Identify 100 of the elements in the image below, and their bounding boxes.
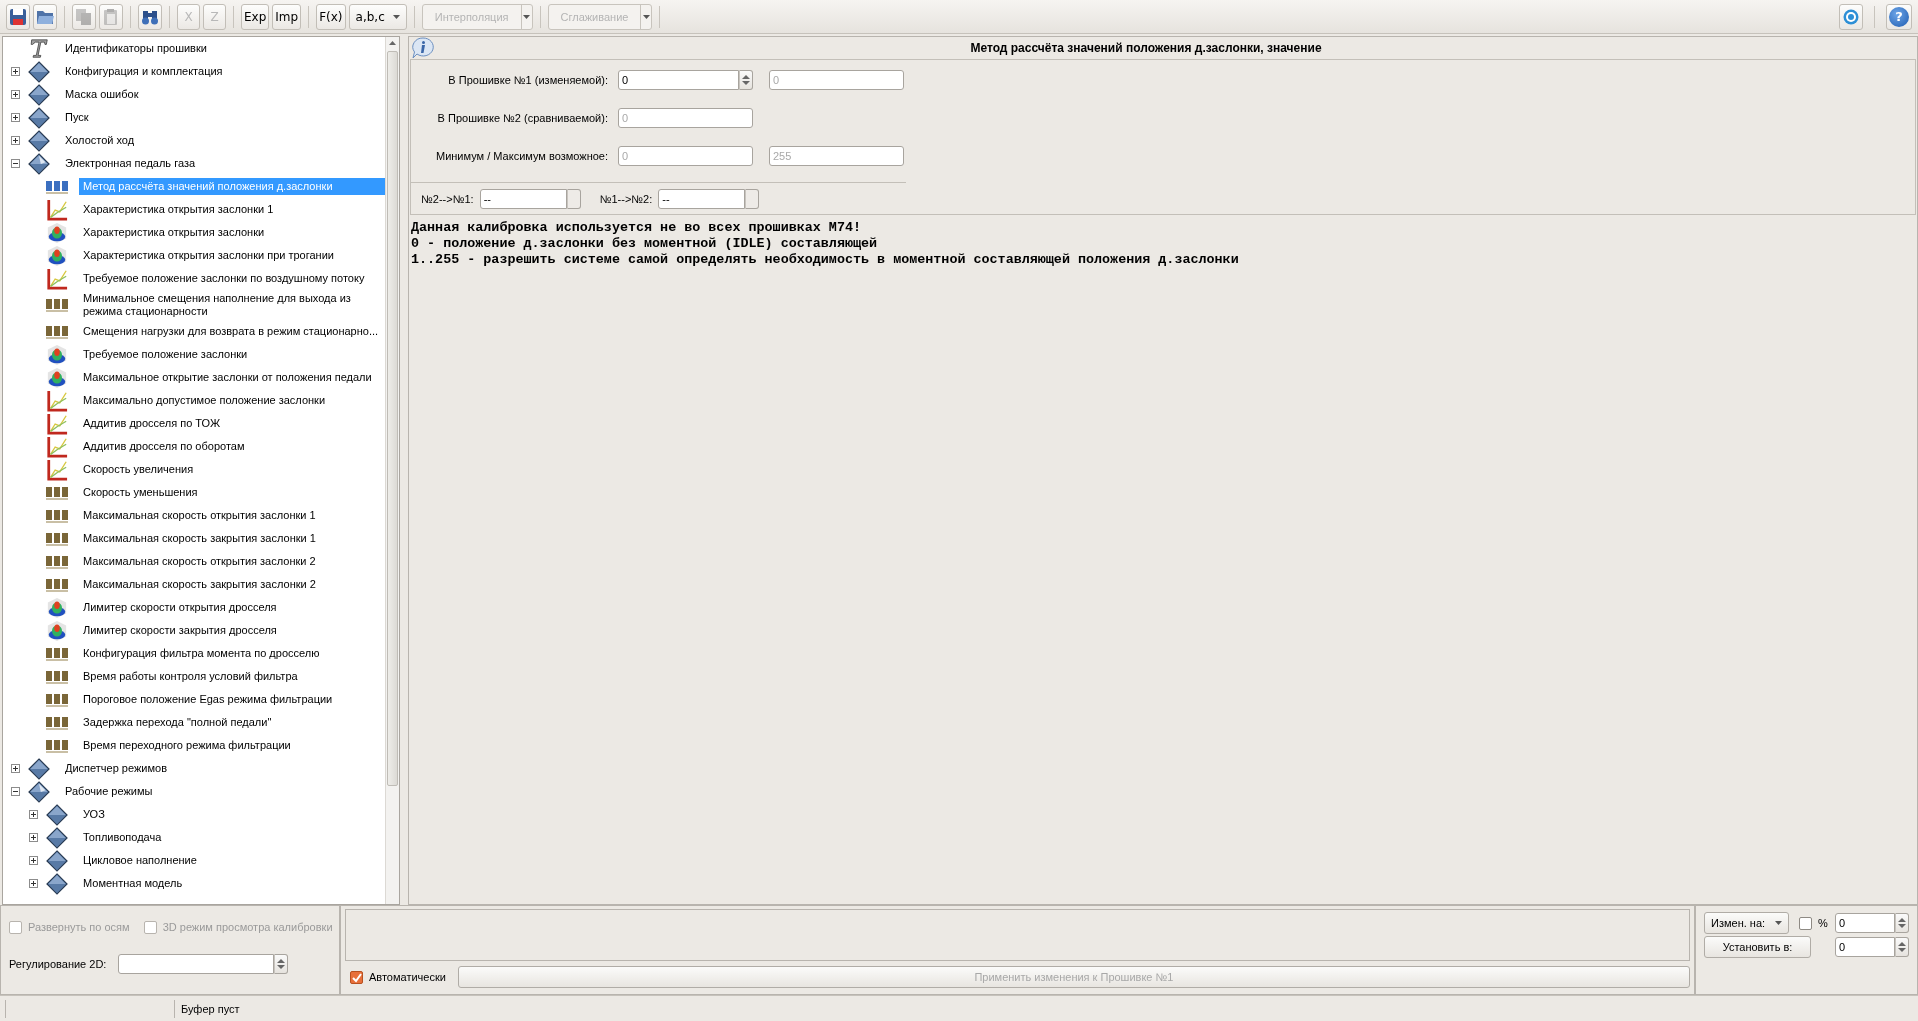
spin-buttons[interactable] xyxy=(1895,937,1909,957)
line-chart-icon xyxy=(46,198,68,221)
expand-icon[interactable] xyxy=(29,879,38,888)
expand-icon[interactable] xyxy=(11,90,20,99)
tree-item[interactable]: Конфигурация и комплектация xyxy=(61,63,385,80)
tree-item[interactable]: Время переходного режима фильтрации xyxy=(79,737,385,754)
up-down-arrows-icon xyxy=(277,958,286,970)
tree-item[interactable]: Идентификаторы прошивки xyxy=(61,40,385,57)
description-line: 1..255 - разрешить системе самой определять необходимость в моментной составляющей положения д.заслонки xyxy=(411,252,1240,268)
diamond-icon xyxy=(46,826,68,849)
numeric-icon xyxy=(45,178,69,195)
set-button[interactable]: Установить в: xyxy=(1704,936,1811,958)
tree-item[interactable]: Холостой ход xyxy=(61,132,385,149)
caret-icon xyxy=(1775,921,1783,925)
tree-item[interactable]: Требуемое положение заслонки xyxy=(79,346,385,363)
numeric-icon xyxy=(45,530,69,547)
tree-item[interactable]: Характеристика открытия заслонки xyxy=(79,224,385,241)
toolbar-button[interactable]: Imp xyxy=(272,3,302,30)
field-label: Минимум / Максимум возможное: xyxy=(434,150,608,162)
diamond-icon xyxy=(28,780,50,803)
floppy-disk-button[interactable] xyxy=(6,3,30,30)
spin-buttons[interactable] xyxy=(1895,913,1909,933)
spin-field[interactable] xyxy=(118,954,275,974)
tree-item[interactable]: Задержка перехода "полной педали" xyxy=(79,714,385,731)
tree-item[interactable]: Лимитер скорости открытия дросселя xyxy=(79,599,385,616)
tree-item[interactable]: Смещения нагрузки для возврата в режим стационарно... xyxy=(79,323,385,340)
spin-buttons[interactable] xyxy=(274,954,289,974)
dropdown-button[interactable]: Измен. на: xyxy=(1704,912,1790,934)
spin-field[interactable]: 0 xyxy=(618,70,739,90)
settings-button[interactable] xyxy=(1839,3,1863,30)
folder-button[interactable] xyxy=(33,3,57,30)
clipboard-icon xyxy=(102,7,120,26)
numeric-icon xyxy=(45,323,69,340)
toolbar-button[interactable]: Exp xyxy=(241,3,270,30)
tree-item[interactable]: Диспетчер режимов xyxy=(61,760,385,777)
numeric-icon xyxy=(45,691,69,708)
tree-item[interactable]: Аддитив дросселя по ТОЖ xyxy=(79,415,385,432)
field-label: В Прошивке №2 (сравниваемой): xyxy=(436,112,608,124)
diamond-icon xyxy=(28,757,50,780)
expand-icon[interactable] xyxy=(29,833,38,842)
scrollbar[interactable] xyxy=(385,37,399,904)
tree-item[interactable]: Пороговое положение Egas режима фильтрации xyxy=(79,691,385,708)
tree-item[interactable]: Максимальная скорость открытия заслонки 2 xyxy=(79,553,385,570)
tree-item[interactable]: Максимальное открытие заслонки от положения педали xyxy=(79,369,385,386)
tree-item[interactable]: Максимальная скорость открытия заслонки 1 xyxy=(79,507,385,524)
field-label: В Прошивке №1 (изменяемой): xyxy=(447,74,608,86)
tree-item[interactable]: Максимальная скорость закрытия заслонки 2 xyxy=(79,576,385,593)
tree-item[interactable]: Максимально допустимое положение заслонки xyxy=(79,392,385,409)
checkbox[interactable] xyxy=(1799,916,1813,930)
caret-icon xyxy=(523,14,530,19)
checkbox-label: % xyxy=(1818,917,1828,929)
tree-item[interactable]: Требуемое положение заслонки по воздушному потоку xyxy=(79,270,385,287)
combo-box[interactable]: -- xyxy=(479,189,567,209)
tree-item[interactable]: Характеристика открытия заслонки 1 xyxy=(79,201,385,218)
tree-item[interactable]: Аддитив дросселя по оборотам xyxy=(79,438,385,455)
tree-item[interactable]: Топливоподача xyxy=(79,829,385,846)
field-label: №2-->№1: xyxy=(421,193,474,205)
tree-item[interactable]: Лимитер скорости закрытия дросселя xyxy=(79,622,385,639)
surface-plot-icon xyxy=(46,244,68,267)
spin-field[interactable]: 0 xyxy=(1835,937,1895,957)
surface-plot-icon xyxy=(46,221,68,244)
tree-item[interactable]: Время работы контроля условий фильтра xyxy=(79,668,385,685)
collapse-icon[interactable] xyxy=(11,787,20,796)
settings-icon xyxy=(1842,7,1860,26)
tree-item[interactable]: Цикловое наполнение xyxy=(79,852,385,869)
numeric-icon xyxy=(45,645,69,662)
expand-icon[interactable] xyxy=(29,810,38,819)
spin-field[interactable]: 0 xyxy=(1835,913,1895,933)
surface-plot-icon xyxy=(46,596,68,619)
tree-item[interactable]: Скорость уменьшения xyxy=(79,484,385,501)
expand-icon[interactable] xyxy=(11,67,20,76)
tree-item[interactable]: Маска ошибок xyxy=(61,86,385,103)
search-button[interactable] xyxy=(138,3,162,30)
tree-item[interactable]: УОЗ xyxy=(79,806,385,823)
toolbar-button[interactable]: F(x) xyxy=(316,3,346,30)
surface-plot-icon xyxy=(46,343,68,366)
dropdown-button[interactable]: a,b,c xyxy=(348,3,407,30)
numeric-icon xyxy=(45,484,69,501)
checkbox[interactable] xyxy=(350,970,363,984)
diamond-icon xyxy=(28,152,50,175)
tree-item[interactable]: Конфигурация фильтра момента по дросселю xyxy=(79,645,385,662)
spin-buttons[interactable] xyxy=(739,70,753,90)
collapse-icon[interactable] xyxy=(11,159,20,168)
tree-item[interactable]: Рабочие режимы xyxy=(61,783,385,800)
line-chart-icon xyxy=(46,435,68,458)
tree-item[interactable]: Моментная модель xyxy=(79,875,385,892)
tree-item[interactable]: Максимальная скорость закрытия заслонки 1 xyxy=(79,530,385,547)
expand-icon[interactable] xyxy=(11,113,20,122)
tree-item[interactable]: Пуск xyxy=(61,109,385,126)
expand-icon[interactable] xyxy=(29,856,38,865)
tree-item[interactable]: Минимальное смещения наполнение для выхода из режима стационарности xyxy=(79,290,385,320)
line-chart-icon xyxy=(46,412,68,435)
tree-item[interactable]: Характеристика открытия заслонки при трогании xyxy=(79,247,385,264)
expand-icon[interactable] xyxy=(11,764,20,773)
expand-icon[interactable] xyxy=(11,136,20,145)
line-chart-icon xyxy=(46,267,68,290)
combo-box[interactable]: -- xyxy=(658,189,746,209)
field-label: Регулирование 2D: xyxy=(9,958,107,970)
tree-item[interactable]: Скорость увеличения xyxy=(79,461,385,478)
tree-item[interactable]: Электронная педаль газа xyxy=(61,155,385,172)
